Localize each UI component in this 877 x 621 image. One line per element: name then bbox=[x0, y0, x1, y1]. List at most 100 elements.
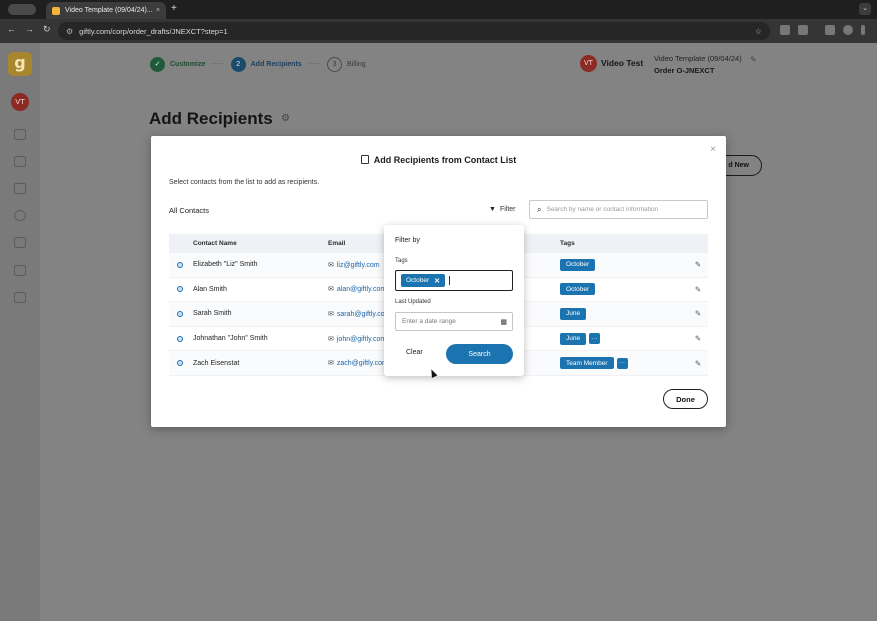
reload-icon[interactable]: ↻ bbox=[43, 24, 51, 35]
contact-name: Johnathan "John" Smith bbox=[193, 335, 268, 343]
column-tags[interactable]: Tags bbox=[560, 240, 688, 247]
step-add-recipients-marker: 2 bbox=[230, 56, 246, 72]
contact-name: Elizabeth "Liz" Smith bbox=[193, 261, 258, 269]
clipboard-icon[interactable] bbox=[14, 292, 26, 303]
mail-icon: ✉ bbox=[328, 261, 334, 269]
contact-name: Sarah Smith bbox=[193, 310, 232, 318]
orders-icon[interactable] bbox=[14, 183, 26, 194]
mail-icon: ✉ bbox=[328, 335, 334, 343]
contact-email[interactable]: liz@giftly.com bbox=[337, 262, 380, 269]
select-contact-radio[interactable] bbox=[177, 310, 183, 317]
selected-tag-chip: October ✕ bbox=[401, 274, 445, 287]
sidebar: g VT bbox=[0, 43, 40, 621]
edit-contact-pencil-icon[interactable]: ✎ bbox=[688, 334, 708, 343]
forward-icon[interactable]: → bbox=[25, 24, 34, 34]
edit-contact-pencil-icon[interactable]: ✎ bbox=[688, 285, 708, 294]
modal-subtitle: Select contacts from the list to add as … bbox=[169, 179, 320, 186]
tab-title: Video Template (09/04/24)... bbox=[65, 7, 153, 14]
mail-icon: ✉ bbox=[328, 360, 334, 368]
search-filter-button[interactable]: Search bbox=[446, 344, 513, 364]
tab-close-icon[interactable]: × bbox=[156, 7, 160, 14]
extension-icon[interactable] bbox=[780, 25, 790, 35]
step-billing-marker: 3 bbox=[327, 56, 343, 72]
contact-search-input[interactable]: ⌕ Search by name or contact information bbox=[529, 200, 708, 219]
step-billing[interactable]: Billing bbox=[347, 61, 366, 68]
step-customize[interactable]: Customize bbox=[170, 61, 205, 68]
filter-button-label: Filter bbox=[499, 206, 516, 213]
contact-tag: October bbox=[560, 283, 596, 296]
sidebar-avatar[interactable]: VT bbox=[11, 93, 29, 111]
more-tags-button[interactable]: ··· bbox=[616, 357, 628, 369]
giftly-logo[interactable]: g bbox=[8, 52, 32, 76]
step-separator: ---- bbox=[211, 60, 225, 68]
tab-search-chevron-icon[interactable]: ⌄ bbox=[859, 3, 871, 15]
page-title: Add Recipients bbox=[149, 109, 273, 128]
browser-tab-bar: Video Template (09/04/24)... × + ⌄ bbox=[0, 0, 877, 19]
calendar-icon[interactable]: ▦ bbox=[500, 318, 507, 326]
filter-button[interactable]: ▼ Filter bbox=[489, 206, 516, 213]
new-tab-icon[interactable]: + bbox=[171, 3, 177, 14]
browser-tab[interactable]: Video Template (09/04/24)... × bbox=[46, 2, 166, 19]
contact-card-icon bbox=[360, 155, 369, 164]
mail-icon: ✉ bbox=[328, 310, 334, 318]
contact-name: Alan Smith bbox=[193, 285, 227, 293]
mail-icon: ✉ bbox=[328, 286, 334, 294]
date-range-input[interactable]: Enter a date range ▦ bbox=[395, 312, 513, 331]
site-info-icon[interactable]: ⚙ bbox=[66, 27, 73, 36]
contact-tag: Team Member bbox=[560, 357, 614, 370]
edit-order-pencil-icon[interactable]: ✎ bbox=[750, 55, 757, 64]
menu-kebab-icon[interactable] bbox=[861, 25, 865, 35]
tags-input[interactable]: October ✕ bbox=[395, 270, 513, 291]
browser-toolbar: ← → ↻ ⚙ giftly.com/corp/order_drafts/JNE… bbox=[0, 19, 877, 43]
step-customize-check-icon: ✓ bbox=[150, 56, 165, 72]
search-placeholder: Search by name or contact information bbox=[546, 206, 659, 213]
extensions-puzzle-icon[interactable] bbox=[798, 25, 808, 35]
gift-icon[interactable] bbox=[14, 129, 26, 140]
profile-icon[interactable] bbox=[843, 25, 853, 35]
edit-contact-pencil-icon[interactable]: ✎ bbox=[688, 309, 708, 318]
select-contact-radio[interactable] bbox=[177, 360, 183, 367]
last-updated-label: Last Updated bbox=[395, 299, 431, 305]
step-separator: ---- bbox=[307, 60, 322, 68]
column-contact-name[interactable]: Contact Name bbox=[193, 240, 328, 247]
contact-email[interactable]: alan@giftly.com bbox=[337, 286, 386, 293]
tools-icon[interactable] bbox=[14, 210, 26, 221]
selected-tag-label: October bbox=[406, 277, 430, 284]
done-button[interactable]: Done bbox=[663, 389, 708, 409]
user-avatar[interactable]: VT bbox=[580, 55, 597, 72]
remove-tag-icon[interactable]: ✕ bbox=[434, 277, 440, 285]
settings-gear-icon[interactable]: ⚙ bbox=[281, 113, 290, 124]
bookmark-star-icon[interactable]: ☆ bbox=[755, 27, 762, 36]
user-name: Video Test bbox=[601, 58, 644, 68]
contact-email[interactable]: sarah@giftly.com bbox=[337, 311, 391, 318]
team-icon[interactable] bbox=[14, 237, 26, 248]
clear-filter-button[interactable]: Clear bbox=[406, 349, 423, 356]
contact-email[interactable]: zach@giftly.com bbox=[337, 360, 388, 367]
address-bar[interactable]: ⚙ giftly.com/corp/order_drafts/JNEXCT?st… bbox=[58, 22, 770, 40]
billing-card-icon[interactable] bbox=[14, 265, 26, 276]
more-tags-button[interactable]: ··· bbox=[589, 333, 601, 345]
select-contact-radio[interactable] bbox=[177, 286, 183, 293]
filter-funnel-icon: ▼ bbox=[489, 206, 496, 213]
select-contact-radio[interactable] bbox=[177, 335, 183, 342]
modal-title: Add Recipients from Contact List bbox=[151, 155, 726, 165]
edit-contact-pencil-icon[interactable]: ✎ bbox=[688, 260, 708, 269]
order-number: Order O-JNEXCT bbox=[654, 66, 715, 75]
window-controls[interactable] bbox=[8, 4, 36, 15]
contact-email[interactable]: john@giftly.com bbox=[337, 336, 386, 343]
all-contacts-label: All Contacts bbox=[169, 206, 210, 215]
modal-close-icon[interactable]: × bbox=[710, 144, 716, 155]
order-title: Video Template (09/04/24) bbox=[654, 54, 742, 63]
search-icon: ⌕ bbox=[537, 204, 542, 214]
tags-label: Tags bbox=[395, 258, 408, 264]
favicon-icon bbox=[52, 6, 60, 15]
filter-popover: Filter by Tags October ✕ Last Updated En… bbox=[384, 225, 524, 376]
back-icon[interactable]: ← bbox=[7, 24, 16, 34]
download-icon[interactable] bbox=[825, 25, 835, 35]
step-add-recipients[interactable]: Add Recipients bbox=[251, 61, 302, 68]
edit-contact-pencil-icon[interactable]: ✎ bbox=[688, 359, 708, 368]
select-contact-radio[interactable] bbox=[177, 261, 183, 268]
order-steps: ✓ Customize ---- 2 Add Recipients ---- 3… bbox=[150, 55, 366, 73]
contacts-icon[interactable] bbox=[14, 156, 26, 167]
contact-tag: June bbox=[560, 332, 587, 345]
